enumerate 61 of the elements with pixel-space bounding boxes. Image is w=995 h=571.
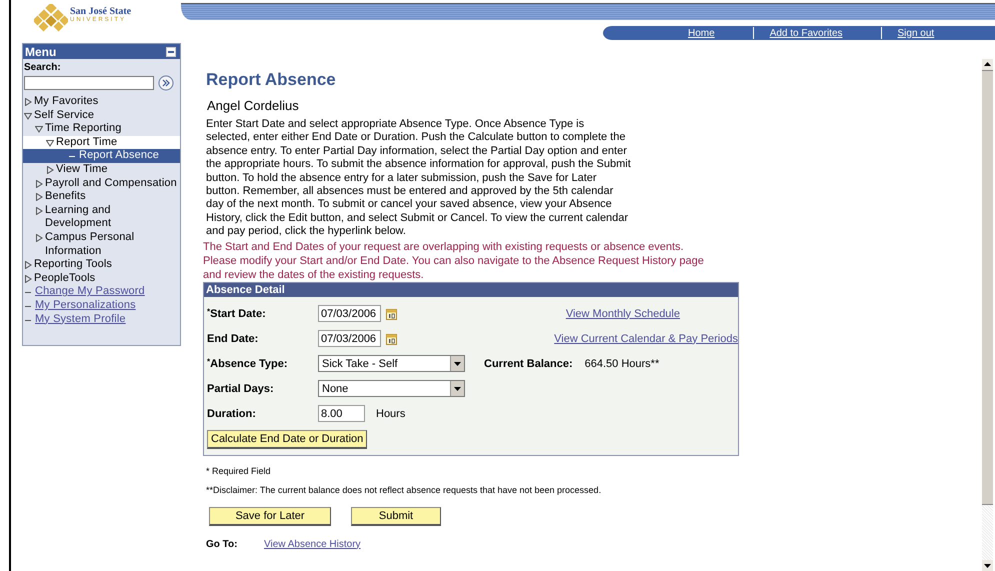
menu-item[interactable]: My System Profile [23, 312, 180, 326]
action-button[interactable]: Save for Later [209, 506, 331, 526]
dropdown-arrow-icon [454, 362, 461, 366]
menu-item[interactable]: My Personalizations [23, 298, 180, 312]
menu-item[interactable]: Learning and Development [23, 204, 180, 231]
nav-link[interactable]: Home [688, 28, 715, 38]
date-field[interactable]: 07/03/2006 [318, 305, 381, 322]
field-label: Partial Days: [207, 382, 275, 395]
dash-icon [69, 156, 75, 158]
menu-item[interactable]: PeopleTools [23, 272, 180, 286]
balance-value: 664.50 Hours** [584, 358, 660, 370]
dash-icon [25, 306, 31, 307]
calendar-icon[interactable] [386, 308, 397, 320]
menu-item[interactable]: Campus Personal Information [23, 230, 180, 258]
required-note: * Required Field [206, 466, 272, 476]
dropdown-arrow-icon [454, 386, 461, 391]
menu-item[interactable]: View Time [23, 162, 180, 177]
calculate-button[interactable]: Calculate End Date or Duration [207, 430, 368, 449]
absence-type-dropdown[interactable]: Sick Take - Self [318, 355, 465, 372]
dash-icon [25, 292, 31, 294]
field-label: $^{*}$Absence Type: [207, 358, 289, 370]
menu-item[interactable]: Report Absence [23, 149, 180, 163]
logo-name: San José State [70, 6, 132, 17]
history-link[interactable]: View Absence History [264, 538, 361, 550]
page-title: Report Absence [206, 70, 337, 90]
menu-item[interactable]: Payroll and Compensation [23, 176, 180, 190]
diamond-logo-icon [34, 4, 68, 32]
field-label: End Date: [207, 332, 260, 345]
schedule-link[interactable]: View Monthly Schedule [566, 308, 680, 320]
panel-title: Absence Detail [204, 282, 738, 297]
partial-days-dropdown[interactable]: None [318, 380, 465, 398]
scroll-thumb[interactable] [982, 70, 993, 505]
date-field[interactable]: 07/03/2006 [318, 330, 381, 348]
collapse-icon[interactable] [166, 46, 176, 56]
menu-item[interactable]: Change My Password [23, 285, 180, 299]
action-button[interactable]: Submit [351, 506, 441, 526]
nav-link[interactable]: Sign out [898, 28, 934, 38]
search-label: Search: [24, 62, 61, 73]
search-go-icon[interactable] [158, 75, 174, 91]
menu-item[interactable]: Report Time [23, 136, 180, 150]
instructions-text: Enter Start Date and select appropriate Absence Type. Once Absence Type is selected, enter either End Date or Duration. Push the Calculate button to complete the absence entry. To enter Partial Day information, select the Partial Day option and enter the appropriate hours. To submit the absence information for approval, push the Submit button. To hold the absence entry for a later submission, push the Save for Later button. Remember, all absences must be entered and approved by the 5th calendar day of the next month. To submit or cancel your saved absence, view your Absence History, click the Edit button, and select Submit or Cancel. To view the current calendar and pay period, click the hyperlink below. [206, 118, 631, 239]
field-label: $^{*}$Start Date: [207, 308, 267, 320]
menu-item[interactable]: Self Service [23, 108, 180, 122]
error-message: The Start and End Dates of your request are overlapping with existing requests or absence events. Please modify your Start and/or End Date. You can also navigate to the Absence Request History page and review the dates of the existing requests. [203, 240, 705, 282]
search-field[interactable] [24, 76, 154, 90]
goto-label: Go To: [206, 538, 238, 550]
balance-label: Current Balance: [484, 358, 573, 370]
scrollbar[interactable] [982, 59, 993, 571]
field-label: Duration: [207, 408, 257, 420]
menu-title: Menu [25, 44, 56, 58]
menu-item[interactable]: My Favorites [23, 95, 180, 109]
menu-item[interactable]: Benefits [23, 190, 180, 204]
calendar-link[interactable]: View Current Calendar & Pay Periods [554, 332, 738, 345]
disclaimer-text: **Disclaimer: The current balance does not reflect absence requests that have not been processed. [206, 484, 602, 495]
unit-label: Hours [376, 408, 406, 420]
employee-name: Angel Cordelius [207, 98, 300, 114]
menu-item[interactable]: Time Reporting [23, 122, 180, 136]
menu-item[interactable]: Reporting Tools [23, 258, 180, 272]
duration-field[interactable]: 8.00 [318, 405, 365, 422]
nav-link[interactable]: Add to Favorites [770, 28, 842, 38]
calendar-icon[interactable] [386, 332, 397, 345]
